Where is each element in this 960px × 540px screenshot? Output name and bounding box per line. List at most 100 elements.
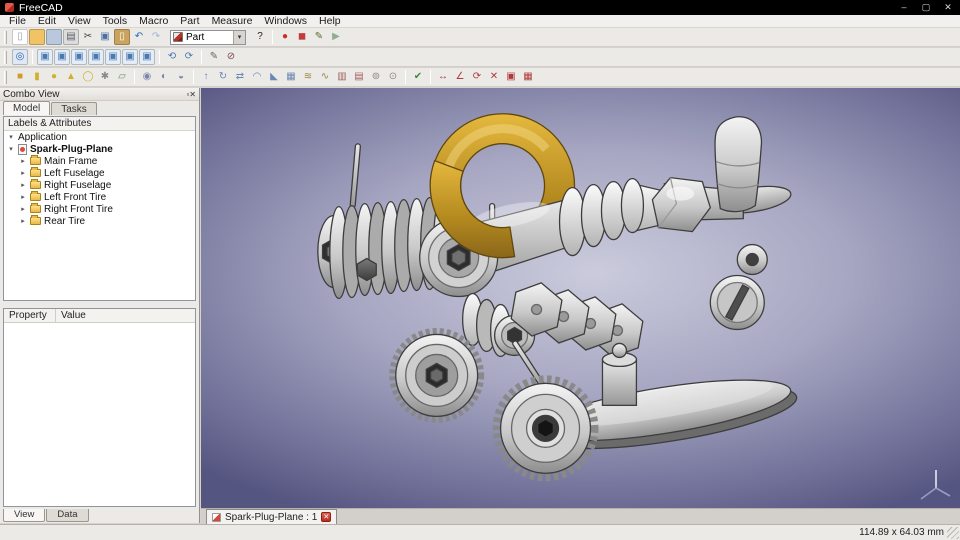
close-document-icon[interactable]: ✕ — [321, 512, 332, 522]
save-icon[interactable] — [46, 29, 62, 45]
tree-item-main-frame[interactable]: ▸ Main Frame — [4, 155, 195, 167]
toggle-measure-3d-icon[interactable]: ▦ — [520, 69, 536, 85]
undo-icon[interactable]: ↶ — [131, 29, 147, 45]
tree-item-application[interactable]: ▾ Application — [4, 131, 195, 143]
rotate-right-icon[interactable]: ⟳ — [181, 49, 197, 65]
toolbar-drag-handle[interactable] — [4, 50, 7, 64]
tree-item-left-front-tire[interactable]: ▸ Left Front Tire — [4, 191, 195, 203]
left-view-icon[interactable]: ▣ — [139, 49, 155, 65]
create-primitives-icon[interactable]: ✱ — [97, 69, 113, 85]
toolbar-drag-handle[interactable] — [4, 30, 7, 44]
side-tab-view[interactable]: View — [3, 509, 46, 522]
ruled-surface-icon[interactable]: ▦ — [283, 69, 299, 85]
expander-icon[interactable]: ▾ — [7, 133, 15, 141]
boolean-intersection-icon[interactable]: ◒ — [173, 69, 189, 85]
tree-item-spark-plug-plane[interactable]: ▾ Spark-Plug-Plane — [4, 143, 195, 155]
menu-macro[interactable]: Macro — [133, 15, 174, 27]
new-document-icon[interactable]: ▯ — [12, 29, 28, 45]
close-button[interactable]: ✕ — [941, 2, 955, 13]
tree-item-left-fuselage[interactable]: ▸ Left Fuselage — [4, 167, 195, 179]
expander-icon[interactable]: ▸ — [19, 217, 27, 225]
menu-edit[interactable]: Edit — [32, 15, 62, 27]
expander-icon[interactable]: ▸ — [19, 169, 27, 177]
combo-view-titlebar[interactable]: Combo View ▫✕ — [0, 88, 199, 101]
box-primitive-icon[interactable]: ■ — [12, 69, 28, 85]
menu-view[interactable]: View — [62, 15, 97, 27]
tree-item-right-front-tire[interactable]: ▸ Right Front Tire — [4, 203, 195, 215]
property-column-header[interactable]: Property — [4, 309, 56, 322]
macro-stop-icon[interactable]: ◼ — [294, 29, 310, 45]
thickness-icon[interactable]: ⊙ — [385, 69, 401, 85]
open-folder-icon[interactable] — [29, 29, 45, 45]
front-view-icon[interactable]: ▣ — [54, 49, 70, 65]
fit-all-icon[interactable]: ◎ — [12, 49, 28, 65]
3d-viewport[interactable] — [201, 88, 960, 508]
menu-tools[interactable]: Tools — [97, 15, 134, 27]
spark-plug-plane-model[interactable] — [201, 88, 960, 508]
menu-file[interactable]: File — [3, 15, 32, 27]
whats-this-icon[interactable]: ? — [252, 29, 268, 45]
extrude-icon[interactable]: ↑ — [198, 69, 214, 85]
redo-icon[interactable]: ↷ — [148, 29, 164, 45]
minimize-button[interactable]: – — [897, 2, 911, 13]
cut-icon[interactable]: ✂ — [80, 29, 96, 45]
menu-help[interactable]: Help — [313, 15, 347, 27]
paste-icon[interactable]: ▯ — [114, 29, 130, 45]
sphere-primitive-icon[interactable]: ● — [46, 69, 62, 85]
boolean-cut-icon[interactable]: ◐ — [156, 69, 172, 85]
loft-icon[interactable]: ≋ — [300, 69, 316, 85]
print-icon[interactable]: ▤ — [63, 29, 79, 45]
rotate-left-icon[interactable]: ⟲ — [164, 49, 180, 65]
panel-close-button[interactable]: ✕ — [189, 90, 196, 99]
menu-measure[interactable]: Measure — [206, 15, 259, 27]
boolean-union-icon[interactable]: ◉ — [139, 69, 155, 85]
tree-item-right-fuselage[interactable]: ▸ Right Fuselage — [4, 179, 195, 191]
tree-item-rear-tire[interactable]: ▸ Rear Tire — [4, 215, 195, 227]
side-tab-data[interactable]: Data — [46, 509, 89, 522]
cylinder-primitive-icon[interactable]: ▮ — [29, 69, 45, 85]
copy-icon[interactable]: ▣ — [97, 29, 113, 45]
sweep-icon[interactable]: ∿ — [317, 69, 333, 85]
chamfer-icon[interactable]: ◣ — [266, 69, 282, 85]
expander-icon[interactable]: ▸ — [19, 193, 27, 201]
edit-mode-icon[interactable]: ✎ — [206, 49, 222, 65]
tab-tasks[interactable]: Tasks — [51, 102, 97, 115]
section-icon[interactable]: ▥ — [334, 69, 350, 85]
menu-windows[interactable]: Windows — [258, 15, 313, 27]
macro-edit-icon[interactable]: ✎ — [311, 29, 327, 45]
cross-sections-icon[interactable]: ▤ — [351, 69, 367, 85]
macro-record-icon[interactable]: ● — [277, 29, 293, 45]
offset-icon[interactable]: ⊚ — [368, 69, 384, 85]
isometric-view-icon[interactable]: ▣ — [37, 49, 53, 65]
resize-grip[interactable] — [947, 527, 959, 539]
measure-angular-icon[interactable]: ∠ — [452, 69, 468, 85]
measure-refresh-icon[interactable]: ⟳ — [469, 69, 485, 85]
value-column-header[interactable]: Value — [56, 309, 195, 322]
bottom-view-icon[interactable]: ▣ — [122, 49, 138, 65]
toolbar-drag-handle[interactable] — [4, 70, 7, 84]
measure-clear-icon[interactable]: ✕ — [486, 69, 502, 85]
mirror-icon[interactable]: ⇄ — [232, 69, 248, 85]
expander-icon[interactable]: ▸ — [19, 181, 27, 189]
shape-builder-icon[interactable]: ▱ — [114, 69, 130, 85]
top-view-icon[interactable]: ▣ — [71, 49, 87, 65]
right-view-icon[interactable]: ▣ — [88, 49, 104, 65]
expander-icon[interactable]: ▾ — [7, 145, 15, 153]
macro-play-icon[interactable]: ▶ — [328, 29, 344, 45]
expander-icon[interactable]: ▸ — [19, 157, 27, 165]
tab-model[interactable]: Model — [3, 101, 51, 115]
draw-style-icon[interactable]: ⊘ — [223, 49, 239, 65]
check-geometry-icon[interactable]: ✔ — [410, 69, 426, 85]
torus-primitive-icon[interactable]: ◯ — [80, 69, 96, 85]
chevron-down-icon[interactable]: ▾ — [233, 30, 245, 44]
revolve-icon[interactable]: ↻ — [215, 69, 231, 85]
measure-linear-icon[interactable]: ↔ — [435, 69, 451, 85]
fillet-icon[interactable]: ◠ — [249, 69, 265, 85]
workbench-selector[interactable]: Part ▾ — [170, 29, 246, 45]
document-tab[interactable]: Spark-Plug-Plane : 1 ✕ — [206, 509, 338, 524]
maximize-button[interactable]: ▢ — [919, 2, 933, 13]
menu-part[interactable]: Part — [174, 15, 205, 27]
cone-primitive-icon[interactable]: ▲ — [63, 69, 79, 85]
rear-view-icon[interactable]: ▣ — [105, 49, 121, 65]
expander-icon[interactable]: ▸ — [19, 205, 27, 213]
